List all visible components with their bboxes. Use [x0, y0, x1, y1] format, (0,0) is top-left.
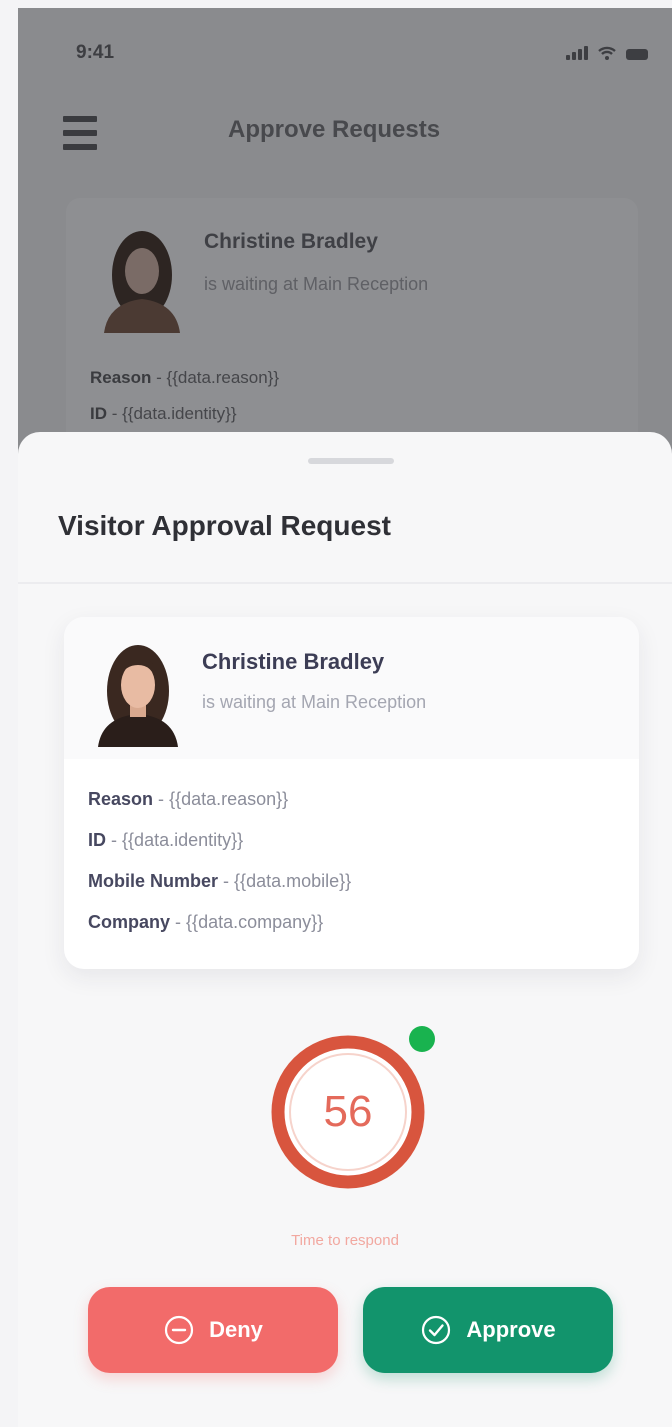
detail-reason: Reason - {{data.reason}} — [88, 789, 289, 809]
status-icons — [566, 46, 648, 60]
deny-label: Deny — [209, 1317, 263, 1342]
page-title: Approve Requests — [228, 116, 441, 143]
wifi-icon — [598, 46, 616, 60]
drag-handle[interactable] — [308, 458, 394, 464]
deny-button[interactable]: Deny — [88, 1287, 338, 1373]
visitor-card: Christine Bradley is waiting at Main Rec… — [64, 617, 639, 969]
detail-id: ID - {{data.identity}} — [88, 830, 244, 850]
signal-icon — [566, 46, 588, 60]
timer-label: Time to respond — [291, 1232, 399, 1249]
visitor-status: is waiting at Main Reception — [204, 274, 429, 294]
check-circle-icon — [422, 1315, 451, 1345]
detail-company: Company - {{data.company}} — [88, 912, 324, 932]
timer-value: 56 — [323, 1087, 373, 1136]
approval-bottom-sheet: Visitor Approval Request Christine Bradl… — [18, 432, 672, 1427]
divider — [18, 582, 672, 584]
status-time: 9:41 — [76, 42, 115, 63]
visitor-status: is waiting at Main Reception — [202, 692, 427, 712]
battery-icon — [626, 49, 648, 60]
background-screen: 9:41 Approve Requests Christine Bradley … — [18, 8, 672, 478]
minus-circle-icon — [164, 1315, 194, 1345]
countdown-timer: 56 — [268, 1032, 428, 1192]
app-frame: 9:41 Approve Requests Christine Bradley … — [0, 0, 672, 1427]
avatar — [98, 645, 178, 747]
approve-label: Approve — [466, 1317, 556, 1342]
detail-mobile: Mobile Number - {{data.mobile}} — [88, 871, 352, 891]
approve-button[interactable]: Approve — [363, 1287, 613, 1373]
detail-row: ID - {{data.identity}} — [90, 404, 237, 423]
online-indicator — [409, 1026, 435, 1052]
visitor-name: Christine Bradley — [202, 649, 385, 674]
visitor-name: Christine Bradley — [204, 230, 378, 253]
status-bar: 9:41 — [18, 8, 672, 88]
sheet-title: Visitor Approval Request — [58, 510, 391, 541]
avatar — [104, 231, 180, 333]
menu-icon[interactable] — [63, 116, 97, 150]
detail-row: Reason - {{data.reason}} — [90, 368, 280, 387]
